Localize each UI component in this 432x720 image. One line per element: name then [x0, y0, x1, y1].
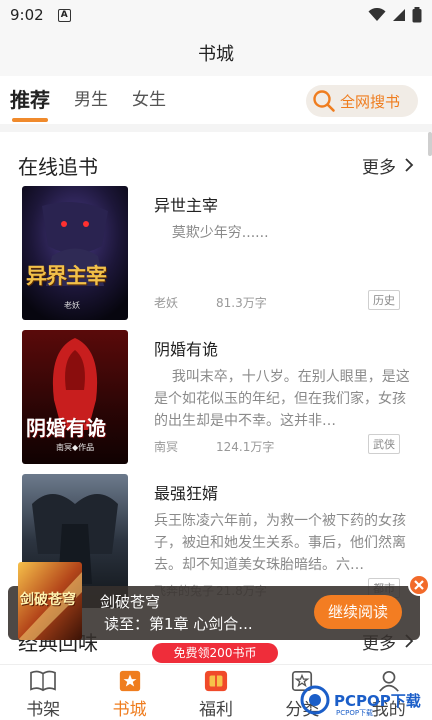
book-word-count: 124.1万字: [216, 440, 275, 454]
notification-a-icon: A: [57, 8, 71, 22]
tab-female[interactable]: 女生: [132, 76, 166, 124]
status-bar: 9:02 A: [0, 0, 432, 30]
book-title[interactable]: 阴婚有诡: [154, 336, 218, 360]
book-title[interactable]: 最强狂婿: [154, 480, 218, 504]
book-item[interactable]: 阴婚有诡 南冥◆作品 阴婚有诡 我叫末卒，十八岁。在别人眼里，是这是个如花似玉的…: [22, 330, 412, 466]
more-link-online[interactable]: 更多: [362, 153, 414, 178]
book-cover-author: 南冥◆作品: [56, 443, 95, 452]
nav-bookshelf[interactable]: 书架: [0, 665, 86, 720]
pcpop-logo-icon: [300, 685, 330, 715]
nav-label: 福利: [198, 700, 233, 720]
book-description: 我叫末卒，十八岁。在别人眼里，是这是个如花似玉的年纪，但在我们家，女孩的出生却是…: [154, 369, 410, 429]
book-cover-author: 老妖: [64, 301, 80, 310]
continue-reading-banner[interactable]: 剑破苍穹 剑破苍穹 读至：第1章 心剑合... 继续阅读: [8, 562, 420, 640]
book-genre-tag: 武侠: [368, 434, 400, 454]
book-description: 莫欺少年穷......: [154, 225, 269, 241]
book-author: 老妖: [154, 296, 179, 310]
continue-book-title: 剑破苍穹: [100, 593, 161, 611]
continue-book-cover[interactable]: 剑破苍穹: [18, 562, 82, 640]
book-genre-tag: 历史: [368, 290, 400, 310]
chevron-right-icon: [405, 158, 414, 172]
book-cover-title: 异界主宰: [26, 264, 107, 288]
close-banner-button[interactable]: [408, 574, 430, 596]
promo-badge[interactable]: 免费领200书币: [152, 643, 278, 663]
book-cover-title: 阴婚有诡: [26, 416, 106, 440]
global-search-button[interactable]: 全网搜书: [306, 85, 418, 117]
nav-label: 书城: [112, 700, 147, 720]
scrollbar[interactable]: [428, 132, 432, 156]
watermark: PCPOP下载 PCPOP下载 www.pcpop.com: [300, 680, 432, 720]
book-open-icon: [30, 670, 57, 692]
category-tabs: 推荐 男生 女生 全网搜书: [0, 76, 432, 124]
continue-reading-button[interactable]: 继续阅读: [314, 595, 402, 629]
nav-label: 书架: [26, 700, 61, 720]
book-description: 兵王陈凌六年前，为救一个被下药的女孩子，被迫和她发生关系。事后，他们然离去。却不…: [154, 513, 406, 573]
search-label: 全网搜书: [340, 92, 401, 111]
book-item[interactable]: 异界主宰 老妖 异世主宰 莫欺少年穷...... 老妖 81.3万字 历史: [22, 186, 412, 322]
signal-icon: [393, 9, 405, 21]
tab-male[interactable]: 男生: [74, 76, 108, 124]
continue-chapter: 读至：第1章 心剑合...: [104, 615, 253, 633]
more-label: 更多: [362, 157, 396, 178]
book-cover[interactable]: 阴婚有诡 南冥◆作品: [22, 330, 128, 464]
book-author: 南冥: [154, 440, 179, 454]
continue-cover-title: 剑破苍穹: [20, 592, 76, 608]
divider: [0, 124, 432, 132]
status-time: 9:02: [10, 6, 44, 24]
wifi-icon: [368, 8, 386, 21]
book-cover[interactable]: 异界主宰 老妖: [22, 186, 128, 320]
section-header-online: 在线追书 更多: [18, 150, 414, 180]
nav-welfare[interactable]: 福利: [173, 665, 259, 720]
battery-icon: [412, 7, 422, 23]
page-title: 书城: [198, 44, 234, 65]
watermark-subtext: PCPOP下载 www.pcpop.com: [336, 709, 393, 720]
book-title[interactable]: 异世主宰: [154, 192, 218, 216]
section-title-online: 在线追书: [18, 154, 98, 179]
search-icon: [313, 90, 335, 112]
header: 书城: [0, 30, 432, 76]
status-icons: [368, 7, 422, 23]
gift-icon: [204, 670, 228, 692]
bookstore-icon: [119, 670, 140, 692]
nav-bookstore[interactable]: 书城: [86, 665, 172, 720]
book-word-count: 81.3万字: [216, 296, 267, 310]
close-icon: [414, 580, 424, 590]
tab-recommend[interactable]: 推荐: [10, 76, 50, 124]
